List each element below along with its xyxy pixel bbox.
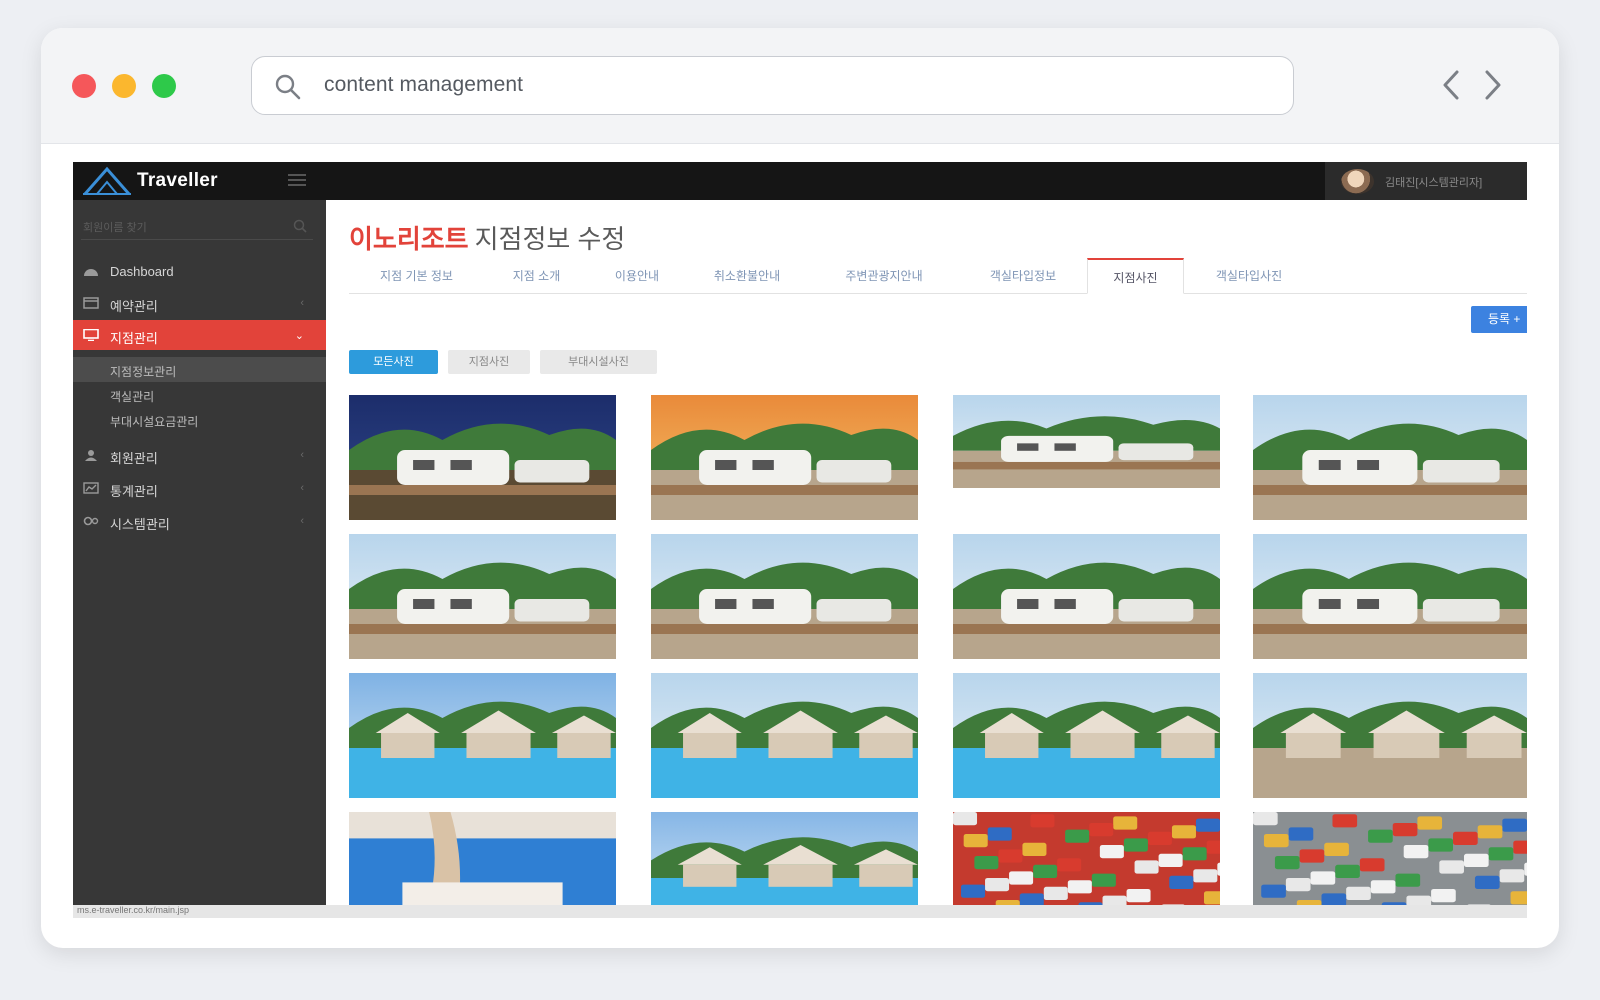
tab-nearby-attractions[interactable]: 주변관광지안내: [809, 258, 959, 294]
chevron-left-icon[interactable]: [1438, 68, 1464, 102]
filter-all-photos[interactable]: 모든사진: [349, 350, 438, 374]
photo-thumbnail[interactable]: [651, 534, 918, 659]
photo-thumbnail[interactable]: [651, 395, 918, 520]
photo-thumbnail[interactable]: [1253, 812, 1527, 918]
address-text: content management: [324, 73, 524, 96]
page-title-resort: 이노리조트: [349, 224, 469, 254]
chart-icon: [83, 482, 99, 494]
search-icon: [275, 74, 301, 100]
dashboard-icon: [84, 269, 98, 276]
filter-facility-photos[interactable]: 부대시설사진: [540, 350, 657, 374]
sidebar-search-input[interactable]: 회원이름 찾기: [81, 214, 313, 240]
app-topbar: Traveller 김태진[시스템관리자]: [73, 162, 1527, 200]
sidebar-item-label: 시스템관리: [110, 517, 170, 532]
photo-thumbnail[interactable]: [1253, 534, 1527, 659]
sidebar-item-reservations[interactable]: 예약관리 ‹: [73, 288, 326, 318]
app-viewport: Traveller 김태진[시스템관리자] 회원이름 찾기 Dashboard: [73, 162, 1527, 918]
maximize-window-button[interactable]: [152, 74, 176, 98]
tab-branch-photos[interactable]: 지점사진: [1087, 258, 1184, 294]
register-button[interactable]: 등록 +: [1471, 306, 1527, 333]
sidebar-item-label: 예약관리: [110, 299, 158, 314]
status-bar: ms.e-traveller.co.kr/main.jsp: [73, 905, 1527, 918]
sidebar-subitem-label: 객실관리: [110, 390, 155, 404]
photo-thumbnail[interactable]: [349, 395, 616, 520]
chevron-down-icon: ⌄: [294, 330, 304, 342]
tab-room-types[interactable]: 객실타입정보: [959, 258, 1087, 294]
sidebar-item-dashboard[interactable]: Dashboard: [73, 256, 326, 286]
photo-thumbnail[interactable]: [953, 395, 1220, 488]
tab-refund-policy[interactable]: 취소환불안내: [685, 258, 809, 294]
settings-icon: [83, 516, 99, 526]
app-logo[interactable]: Traveller: [83, 166, 243, 196]
main-content: 이노리조트 지점정보 수정 지점 기본 정보 지점 소개 이용안내 취소환불안내 …: [326, 200, 1527, 918]
sidebar-search-placeholder: 회원이름 찾기: [83, 222, 147, 234]
avatar: [1341, 169, 1374, 194]
sidebar-subitem-facility-fees[interactable]: 부대시설요금관리: [73, 407, 326, 432]
chevron-right-icon[interactable]: [1480, 68, 1506, 102]
tab-bar: 지점 기본 정보 지점 소개 이용안내 취소환불안내 주변관광지안내 객실타입정…: [349, 258, 1527, 294]
minimize-window-button[interactable]: [112, 74, 136, 98]
page-title-action: 지점정보 수정: [474, 224, 626, 254]
sidebar-item-label: 통계관리: [110, 484, 158, 499]
sidebar-item-branches[interactable]: 지점관리 ⌄: [73, 320, 336, 350]
address-bar[interactable]: content management: [251, 56, 1294, 115]
tab-basic-info[interactable]: 지점 기본 정보: [349, 258, 484, 294]
photo-thumbnail[interactable]: [651, 673, 918, 798]
sidebar-item-label: 지점관리: [110, 331, 158, 346]
photo-thumbnail[interactable]: [349, 812, 616, 918]
photo-thumbnail[interactable]: [953, 812, 1220, 918]
page-title: 이노리조트 지점정보 수정: [349, 219, 625, 256]
sidebar-item-label: Dashboard: [110, 264, 174, 279]
chevron-left-icon: ‹: [300, 482, 304, 494]
browser-window: content management Traveller 김태진[시스템관리자]: [41, 28, 1559, 948]
search-icon[interactable]: [293, 219, 307, 233]
chevron-left-icon: ‹: [300, 515, 304, 527]
photo-thumbnail[interactable]: [349, 534, 616, 659]
photo-thumbnail[interactable]: [651, 812, 918, 918]
sidebar-subitem-rooms[interactable]: 객실관리: [73, 382, 326, 407]
photo-thumbnail[interactable]: [349, 673, 616, 798]
sidebar-item-members[interactable]: 회원관리 ‹: [73, 440, 326, 470]
user-name: 김태진[시스템관리자]: [1385, 177, 1483, 189]
monitor-icon: [83, 329, 99, 341]
sidebar-subitem-branch-info[interactable]: 지점정보관리: [73, 357, 326, 382]
chevron-left-icon: ‹: [300, 449, 304, 461]
users-icon: [85, 450, 97, 461]
tab-usage-guide[interactable]: 이용안내: [589, 258, 685, 294]
photo-thumbnail[interactable]: [953, 673, 1220, 798]
photo-thumbnail[interactable]: [1253, 673, 1527, 798]
sidebar-item-label: 회원관리: [110, 451, 158, 466]
photo-thumbnail[interactable]: [1253, 395, 1527, 520]
calendar-icon: [83, 297, 99, 309]
sidebar-subitem-label: 부대시설요금관리: [110, 415, 199, 429]
brand-name: Traveller: [137, 170, 218, 191]
tent-logo-icon: [83, 166, 131, 195]
photo-thumbnail[interactable]: [953, 534, 1220, 659]
user-menu[interactable]: 김태진[시스템관리자]: [1325, 162, 1527, 200]
menu-toggle-icon[interactable]: [288, 174, 306, 188]
close-window-button[interactable]: [72, 74, 96, 98]
sidebar-item-statistics[interactable]: 통계관리 ‹: [73, 473, 326, 503]
tab-room-type-photos[interactable]: 객실타입사진: [1184, 258, 1314, 294]
chevron-left-icon: ‹: [300, 297, 304, 309]
filter-branch-photos[interactable]: 지점사진: [448, 350, 530, 374]
browser-toolbar: content management: [41, 28, 1559, 144]
status-url: ms.e-traveller.co.kr/main.jsp: [77, 905, 190, 915]
tab-introduction[interactable]: 지점 소개: [484, 258, 589, 294]
sidebar: 회원이름 찾기 Dashboard 예약관리 ‹ 지점관리 ⌄ 지점정보관리 객…: [73, 200, 336, 905]
sidebar-item-system[interactable]: 시스템관리 ‹: [73, 506, 326, 536]
sidebar-subitem-label: 지점정보관리: [110, 365, 177, 379]
